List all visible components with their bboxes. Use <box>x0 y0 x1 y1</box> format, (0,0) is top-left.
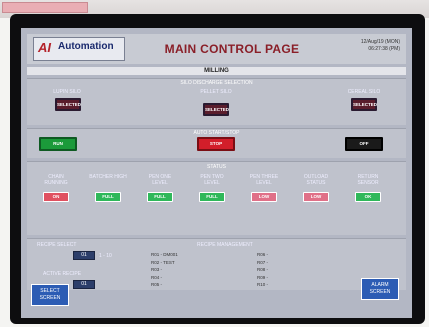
status-indicator: FULL <box>147 192 173 202</box>
pellet-silo-button[interactable]: SELECTED <box>203 103 229 116</box>
date-text: 12/Aug/19 (MON) <box>360 39 400 45</box>
auto-start-stop-panel: AUTO START/STOP RUN STOP OFF <box>27 128 406 158</box>
page-title: MAIN CONTROL PAGE <box>164 42 300 56</box>
recipe-entry[interactable]: R03 - <box>151 266 178 274</box>
section-subtitle: MILLING <box>27 67 406 75</box>
recipe-select-input[interactable]: 01 <box>73 251 95 260</box>
status-label: OUTLOAD STATUS <box>303 174 329 186</box>
logo-name: Automation <box>58 41 114 52</box>
recipe-entry[interactable]: R07 - <box>257 259 268 267</box>
recipe-select-label: RECIPE SELECT <box>37 242 77 248</box>
lupin-silo-label: LUPIN SILO <box>53 89 81 95</box>
status-indicator: FULL <box>95 192 121 202</box>
status-panel: STATUS CHAIN RUNNING ON BATCHER HIGH FULL PE… <box>27 161 406 235</box>
status-indicator: LOW <box>251 192 277 202</box>
recipe-entry[interactable]: R04 - <box>151 274 178 282</box>
status-indicator: ON <box>43 192 69 202</box>
recipe-entry[interactable]: R05 - <box>151 281 178 289</box>
recipe-entry[interactable]: R02 - TEST <box>151 259 178 267</box>
active-recipe-label: ACTIVE RECIPE <box>43 271 82 277</box>
cereal-silo-button[interactable]: SELECTED <box>351 98 377 111</box>
status-indicator: OK <box>355 192 381 202</box>
status-indicator: FULL <box>199 192 225 202</box>
recipe-management-title: RECIPE MANAGEMENT <box>197 242 253 248</box>
recipe-entry[interactable]: R09 - <box>257 274 268 282</box>
auto-panel-title: AUTO START/STOP <box>193 130 240 136</box>
recipe-entry[interactable]: R06 - <box>257 251 268 259</box>
cereal-silo-label: CEREAL SILO <box>347 89 381 95</box>
pellet-silo-label: PELLET SILO <box>200 89 232 95</box>
recipe-list-right: R06 - R07 - R08 - R09 - R10 - <box>257 251 268 289</box>
logo-mark: AI <box>38 40 51 55</box>
status-label: PEN THREE LEVEL <box>249 174 279 186</box>
status-label: BATCHER HIGH <box>89 174 127 180</box>
stop-button[interactable]: STOP <box>197 137 235 151</box>
header-bar: AI Automation MAIN CONTROL PAGE 12/Aug/1… <box>27 34 406 64</box>
run-button[interactable]: RUN <box>39 137 77 151</box>
select-screen-button[interactable]: SELECT SCREEN <box>31 284 69 306</box>
lupin-silo-button[interactable]: SELECTED <box>55 98 81 111</box>
recipe-panel: RECIPE SELECT 01 1 - 10 ACTIVE RECIPE 01… <box>27 238 406 290</box>
status-indicator: LOW <box>303 192 329 202</box>
status-label: PEN ONE LEVEL <box>148 174 172 186</box>
recipe-range: 1 - 10 <box>99 253 112 259</box>
time-text: 06:27:38 (PM) <box>368 46 400 52</box>
hmi-screen: AI Automation MAIN CONTROL PAGE 12/Aug/1… <box>21 28 412 318</box>
status-label: RETURN SENSOR <box>357 174 379 186</box>
alarm-screen-button[interactable]: ALARM SCREEN <box>361 278 399 300</box>
silo-panel-title: SILO DISCHARGE SELECTION <box>180 80 253 86</box>
status-panel-title: STATUS <box>207 164 226 170</box>
recipe-entry[interactable]: R08 - <box>257 266 268 274</box>
active-recipe-display: 01 <box>73 280 95 289</box>
recipe-entry[interactable]: R10 - <box>257 281 268 289</box>
datetime-display: 12/Aug/19 (MON) 06:27:38 (PM) <box>361 39 400 53</box>
sticker-label <box>2 2 88 13</box>
recipe-entry[interactable]: R01 - DM001 <box>151 251 178 259</box>
off-button[interactable]: OFF <box>345 137 383 151</box>
company-logo: AI Automation <box>33 37 125 61</box>
status-label: CHAIN RUNNING <box>44 174 68 186</box>
recipe-list-left: R01 - DM001 R02 - TEST R03 - R04 - R05 - <box>151 251 178 289</box>
silo-panel: SILO DISCHARGE SELECTION LUPIN SILO PELL… <box>27 78 406 125</box>
status-label: PEN TWO LEVEL <box>200 174 224 186</box>
